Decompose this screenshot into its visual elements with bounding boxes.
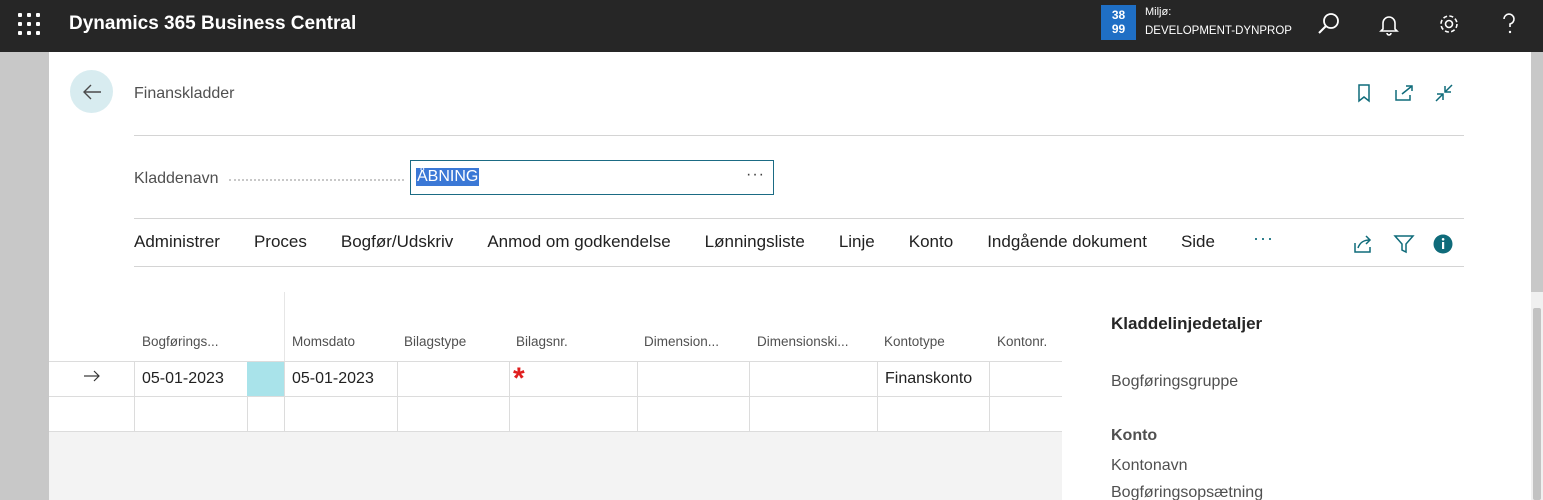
grid-cell-line [134, 361, 135, 431]
grid-row-line [49, 396, 1062, 397]
scrollbar-thumb[interactable] [1533, 308, 1541, 500]
lookup-button[interactable]: ··· [746, 166, 765, 184]
action-indgaaende-dokument[interactable]: Indgående dokument [987, 232, 1147, 256]
environment-badge[interactable]: 38 99 [1101, 5, 1136, 40]
cell-kontotype[interactable]: Finanskonto [885, 370, 972, 388]
action-proces[interactable]: Proces [254, 232, 307, 256]
journal-name-input[interactable]: ÅBNING ··· [410, 160, 774, 195]
factbox-account-name: Kontonavn [1111, 457, 1188, 474]
column-header-dimension[interactable]: Dimension... [644, 334, 719, 349]
grid-cell-line [637, 361, 638, 431]
info-icon[interactable] [1432, 233, 1454, 255]
action-lonningsliste[interactable]: Lønningsliste [705, 232, 805, 256]
action-side[interactable]: Side [1181, 232, 1215, 256]
app-title[interactable]: Dynamics 365 Business Central [69, 12, 356, 36]
grid-cell-line [877, 361, 878, 431]
grid-row-line [49, 431, 1062, 432]
selected-cell[interactable] [247, 362, 284, 396]
action-konto[interactable]: Konto [909, 232, 953, 256]
gear-icon[interactable] [1436, 11, 1462, 37]
filter-icon[interactable] [1393, 233, 1415, 255]
env-badge-line1: 38 [1111, 8, 1126, 22]
factbox-posting-group: Bogføringsgruppe [1111, 373, 1239, 390]
environment-label: Miljø: [1145, 6, 1172, 18]
actions-bottom-divider [134, 266, 1464, 267]
action-anmod-om-godkendelse[interactable]: Anmod om godkendelse [487, 232, 670, 256]
page-card: Finanskladder Kladdenavn ÅBNING ··· Admi… [49, 52, 1531, 500]
action-administrer[interactable]: Administrer [134, 232, 220, 256]
search-icon[interactable] [1316, 11, 1342, 37]
environment-name[interactable]: DEVELOPMENT-DYNPROP [1145, 24, 1292, 38]
column-header-momsdato[interactable]: Momsdato [292, 334, 355, 349]
share-icon[interactable] [1352, 233, 1374, 255]
column-separator [284, 292, 285, 362]
action-bogfor-udskriv[interactable]: Bogfør/Udskriv [341, 232, 453, 256]
column-header-bilagstype[interactable]: Bilagstype [404, 334, 466, 349]
cell-bilagsnr-required[interactable]: * [513, 364, 525, 394]
cell-bogforingsdato[interactable]: 05-01-2023 [142, 370, 224, 388]
open-new-window-icon[interactable] [1393, 82, 1415, 104]
back-button[interactable] [70, 70, 113, 113]
grid-cell-line [989, 361, 990, 431]
env-badge-line2: 99 [1111, 22, 1126, 36]
grid-cell-line [749, 361, 750, 431]
row-arrow-icon [84, 370, 100, 382]
journal-name-label: Kladdenavn [134, 170, 219, 187]
collapse-icon[interactable] [1433, 82, 1455, 104]
field-dots [229, 179, 404, 181]
column-header-bogforingsdato[interactable]: Bogførings... [142, 334, 219, 349]
grid-cell-line [509, 361, 510, 431]
cell-momsdato[interactable]: 05-01-2023 [292, 370, 374, 388]
waffle-icon[interactable] [18, 13, 40, 35]
column-header-bilagsnr[interactable]: Bilagsnr. [516, 334, 568, 349]
column-header-kontonr[interactable]: Kontonr. [997, 334, 1047, 349]
header-divider [134, 135, 1464, 136]
action-linje[interactable]: Linje [839, 232, 875, 256]
factbox-posting-setup: Bogføringsopsætning [1111, 484, 1264, 500]
bell-icon[interactable] [1376, 11, 1402, 37]
grid-cell-line [397, 361, 398, 431]
column-header-kontotype[interactable]: Kontotype [884, 334, 945, 349]
factbox-account-heading: Konto [1111, 427, 1158, 444]
action-bar: Administrer Proces Bogfør/Udskriv Anmod … [134, 232, 1215, 256]
actions-top-divider [134, 218, 1464, 219]
help-icon[interactable] [1496, 11, 1522, 37]
top-bar: Dynamics 365 Business Central 38 99 Milj… [0, 0, 1543, 52]
grid-row-line [49, 361, 1062, 362]
more-actions-button[interactable]: ··· [1253, 228, 1274, 249]
grid-empty-area [49, 431, 1062, 500]
factbox-title: Kladdelinjedetaljer [1111, 314, 1263, 333]
journal-name-value[interactable]: ÅBNING [416, 168, 480, 186]
page-title: Finanskladder [134, 85, 235, 102]
arrow-left-icon [82, 84, 101, 99]
bookmark-icon[interactable] [1353, 82, 1375, 104]
column-header-dimensionskode[interactable]: Dimensionski... [757, 334, 849, 349]
grid-cell-line [284, 361, 285, 431]
